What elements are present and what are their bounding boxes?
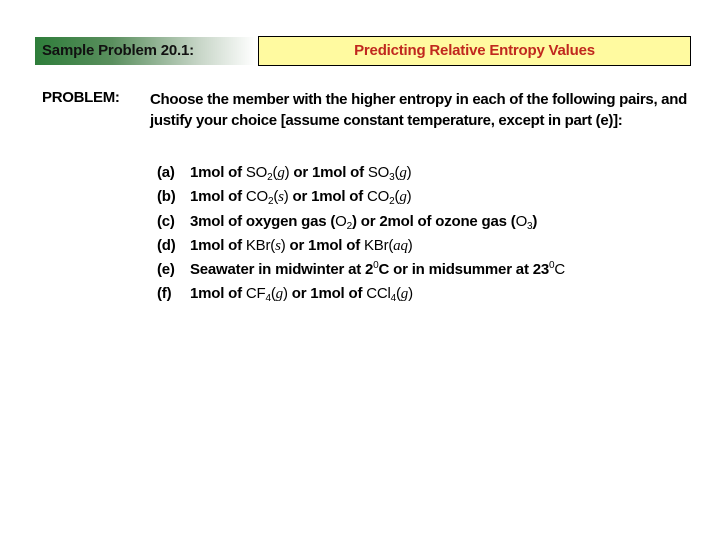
item-text: 1mol of KBr(s) or 1mol of KBr(aq) [189, 236, 413, 254]
title-banner: Predicting Relative Entropy Values [258, 36, 691, 66]
list-item: (a) 1mol of SO2(g) or 1mol of SO3(g) [157, 161, 565, 185]
item-label: (a) [157, 164, 175, 181]
item-text: 1mol of SO2(g) or 1mol of SO3(g) [189, 164, 412, 183]
item-label: (d) [157, 236, 176, 254]
problem-statement: Choose the member with the higher entrop… [150, 91, 687, 129]
item-text: 1mol of CO2(s) or 1mol of CO2(g) [189, 188, 412, 208]
list-item: (d) 1mol of KBr(s) or 1mol of KBr(aq) [157, 234, 565, 258]
list-item: (b) 1mol of CO2(s) or 1mol of CO2(g) [157, 185, 565, 209]
item-text: 1mol of CF4(g) or 1mol of CCl4(g) [189, 285, 413, 305]
page-title: Predicting Relative Entropy Values [354, 42, 595, 59]
sample-problem-label: Sample Problem 20.1: [42, 42, 194, 59]
item-label: (b) [157, 188, 176, 206]
list-item: (f) 1mol of CF4(g) or 1mol of CCl4(g) [157, 282, 565, 306]
problem-parts-list: (a) 1mol of SO2(g) or 1mol of SO3(g) (b)… [157, 161, 565, 307]
list-item: (c) 3mol of oxygen gas (O2) or 2mol of o… [157, 210, 565, 234]
item-label: (f) [157, 285, 172, 303]
item-label: (e) [157, 261, 175, 279]
item-text: Seawater in midwinter at 20C or in midsu… [189, 260, 566, 279]
list-item: (e) Seawater in midwinter at 20C or in m… [157, 258, 565, 282]
problem-label: PROBLEM: [42, 89, 120, 106]
item-text: 3mol of oxygen gas (O2) or 2mol of ozone… [189, 212, 538, 232]
item-label: (c) [157, 212, 175, 230]
sample-problem-banner: Sample Problem 20.1: [35, 37, 255, 65]
